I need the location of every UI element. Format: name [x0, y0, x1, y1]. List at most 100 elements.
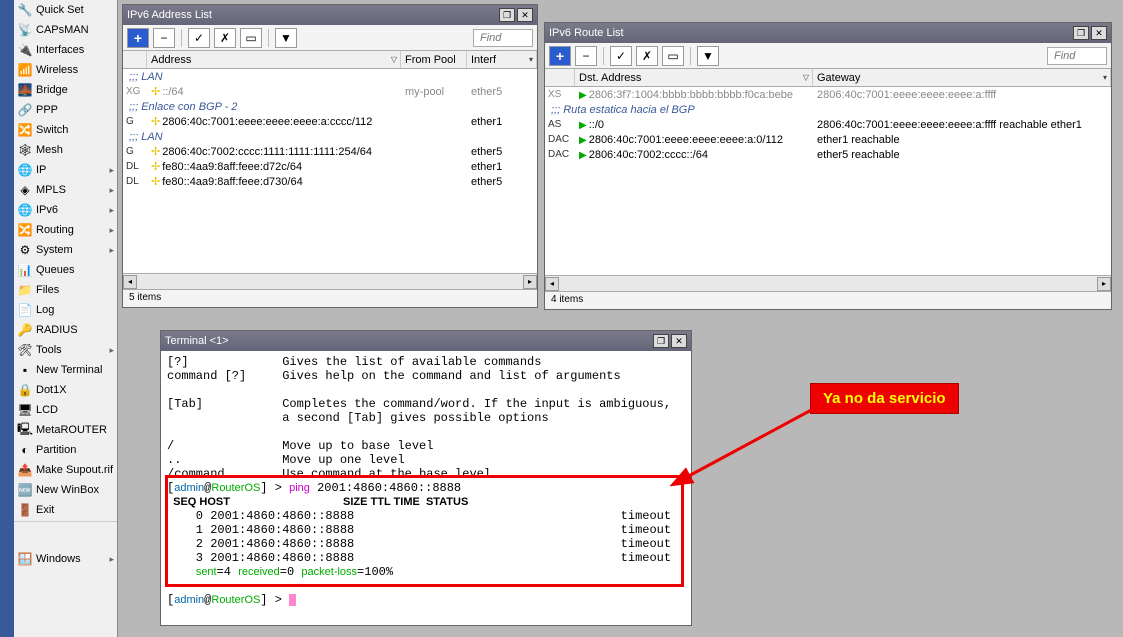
sidebar-item[interactable]: 🔧Quick Set: [14, 0, 117, 20]
sidebar-item[interactable]: 🚪Exit: [14, 500, 117, 520]
ipv6-address-window: IPv6 Address List ❐ ✕ + − ✓ ✗ ▭ ▼ Addres…: [122, 4, 538, 308]
column-headers[interactable]: Dst. Address▽ Gateway▾: [545, 69, 1111, 87]
sidebar-item[interactable]: 🖥LCD: [14, 400, 117, 420]
restore-icon[interactable]: ❐: [1073, 26, 1089, 40]
menu-icon: 🆕: [17, 482, 33, 498]
window-titlebar[interactable]: IPv6 Address List ❐ ✕: [123, 5, 537, 25]
sidebar-item[interactable]: 🔗PPP: [14, 100, 117, 120]
menu-icon: ⚙: [17, 242, 33, 258]
sidebar-item[interactable]: 🔀Routing▸: [14, 220, 117, 240]
menu-icon: 📁: [17, 282, 33, 298]
sidebar-item[interactable]: 🔑RADIUS: [14, 320, 117, 340]
sidebar-item[interactable]: 📄Log: [14, 300, 117, 320]
menu-icon: ◐: [17, 442, 33, 458]
terminal-output[interactable]: [?] Gives the list of available commands…: [161, 351, 691, 611]
route-table[interactable]: XS▶2806:3f7:1004:bbbb:bbbb:bbbb:f0ca:beb…: [545, 87, 1111, 275]
close-icon[interactable]: ✕: [517, 8, 533, 22]
window-titlebar[interactable]: Terminal <1> ❐ ✕: [161, 331, 691, 351]
sidebar-item[interactable]: 📡CAPsMAN: [14, 20, 117, 40]
table-row[interactable]: G✢2806:40c:7001:eeee:eeee:eeee:a:cccc/11…: [123, 114, 537, 129]
close-icon[interactable]: ✕: [1091, 26, 1107, 40]
sidebar-item[interactable]: 🖳MetaROUTER: [14, 420, 117, 440]
sidebar-item[interactable]: 🔌Interfaces: [14, 40, 117, 60]
sidebar-item[interactable]: 🕸Mesh: [14, 140, 117, 160]
restore-icon[interactable]: ❐: [653, 334, 669, 348]
sidebar-item[interactable]: 🌐IPv6▸: [14, 200, 117, 220]
menu-label: Log: [36, 304, 54, 316]
remove-button[interactable]: −: [575, 46, 597, 66]
menu-label: System: [36, 244, 73, 256]
comment-row: ;;; Ruta estatica hacia el BGP: [545, 102, 1111, 117]
table-row[interactable]: DAC▶2806:40c:7002:cccc::/64ether5 reacha…: [545, 147, 1111, 162]
sidebar-item[interactable]: 🆕New WinBox: [14, 480, 117, 500]
menu-icon: 🔀: [17, 122, 33, 138]
menu-label: Dot1X: [36, 384, 67, 396]
sidebar-item[interactable]: ▪New Terminal: [14, 360, 117, 380]
find-input[interactable]: [473, 29, 533, 47]
enable-button[interactable]: ✓: [610, 46, 632, 66]
menu-label: MetaROUTER: [36, 424, 107, 436]
menu-label: Routing: [36, 224, 74, 236]
table-row[interactable]: G✢2806:40c:7002:cccc:1111:1111:1111:254/…: [123, 144, 537, 159]
window-titlebar[interactable]: IPv6 Route List ❐ ✕: [545, 23, 1111, 43]
menu-icon: 🖥: [17, 402, 33, 418]
ipv6-route-window: IPv6 Route List ❐ ✕ + − ✓ ✗ ▭ ▼ Dst. Add…: [544, 22, 1112, 310]
hscrollbar[interactable]: ◂▸: [545, 275, 1111, 291]
sidebar: 🔧Quick Set📡CAPsMAN🔌Interfaces📶Wireless🌉B…: [14, 0, 118, 637]
add-button[interactable]: +: [549, 46, 571, 66]
remove-button[interactable]: −: [153, 28, 175, 48]
hscrollbar[interactable]: ◂▸: [123, 273, 537, 289]
menu-label: Mesh: [36, 144, 63, 156]
menu-icon: 🚪: [17, 502, 33, 518]
close-icon[interactable]: ✕: [671, 334, 687, 348]
find-input[interactable]: [1047, 47, 1107, 65]
comment-row: ;;; LAN: [123, 129, 537, 144]
status-bar: 5 items: [123, 289, 537, 307]
sidebar-item-windows[interactable]: 🪟Windows▸: [14, 549, 117, 569]
menu-label: IPv6: [36, 204, 58, 216]
menu-label: Queues: [36, 264, 75, 276]
address-table[interactable]: ;;; LANXG✢::/64my-poolether5;;; Enlace c…: [123, 69, 537, 273]
comment-button[interactable]: ▭: [240, 28, 262, 48]
table-row[interactable]: AS▶::/02806:40c:7001:eeee:eeee:eeee:a:ff…: [545, 117, 1111, 132]
restore-icon[interactable]: ❐: [499, 8, 515, 22]
table-row[interactable]: DAC▶2806:40c:7001:eeee:eeee:eeee:a:0/112…: [545, 132, 1111, 147]
add-button[interactable]: +: [127, 28, 149, 48]
menu-icon: 🔗: [17, 102, 33, 118]
table-row[interactable]: DL✢fe80::4aa9:8aff:feee:d730/64ether5: [123, 174, 537, 189]
sidebar-item[interactable]: 🌉Bridge: [14, 80, 117, 100]
filter-button[interactable]: ▼: [275, 28, 297, 48]
sidebar-item[interactable]: ◈MPLS▸: [14, 180, 117, 200]
menu-icon: 🕸: [17, 142, 33, 158]
table-row[interactable]: XG✢::/64my-poolether5: [123, 84, 537, 99]
menu-icon: 📊: [17, 262, 33, 278]
sidebar-item[interactable]: 🌐IP▸: [14, 160, 117, 180]
sidebar-item[interactable]: 🛠Tools ▸: [14, 340, 117, 360]
comment-button[interactable]: ▭: [662, 46, 684, 66]
menu-label: Interfaces: [36, 44, 84, 56]
menu-label: Tools: [36, 344, 62, 356]
sidebar-item[interactable]: 📊Queues: [14, 260, 117, 280]
sidebar-item[interactable]: 🔀Switch: [14, 120, 117, 140]
menu-label: Wireless: [36, 64, 78, 76]
sidebar-item[interactable]: 📶Wireless: [14, 60, 117, 80]
menu-icon: 🛠: [17, 342, 33, 358]
sidebar-item[interactable]: ⚙System▸: [14, 240, 117, 260]
disable-button[interactable]: ✗: [214, 28, 236, 48]
sidebar-item[interactable]: 🔒Dot1X: [14, 380, 117, 400]
column-headers[interactable]: Address▽ From Pool Interf▾: [123, 51, 537, 69]
disable-button[interactable]: ✗: [636, 46, 658, 66]
sidebar-item[interactable]: 📁Files: [14, 280, 117, 300]
table-row[interactable]: DL✢fe80::4aa9:8aff:feee:d72c/64ether1: [123, 159, 537, 174]
filter-button[interactable]: ▼: [697, 46, 719, 66]
sidebar-item[interactable]: 📤Make Supout.rif: [14, 460, 117, 480]
table-row[interactable]: XS▶2806:3f7:1004:bbbb:bbbb:bbbb:f0ca:beb…: [545, 87, 1111, 102]
sidebar-item[interactable]: ◐Partition: [14, 440, 117, 460]
menu-icon: 🌉: [17, 82, 33, 98]
menu-icon: 📡: [17, 22, 33, 38]
submenu-arrow-icon: ▸: [109, 345, 114, 356]
menu-label: Exit: [36, 504, 54, 516]
menu-label: PPP: [36, 104, 58, 116]
menu-label: RADIUS: [36, 324, 78, 336]
enable-button[interactable]: ✓: [188, 28, 210, 48]
